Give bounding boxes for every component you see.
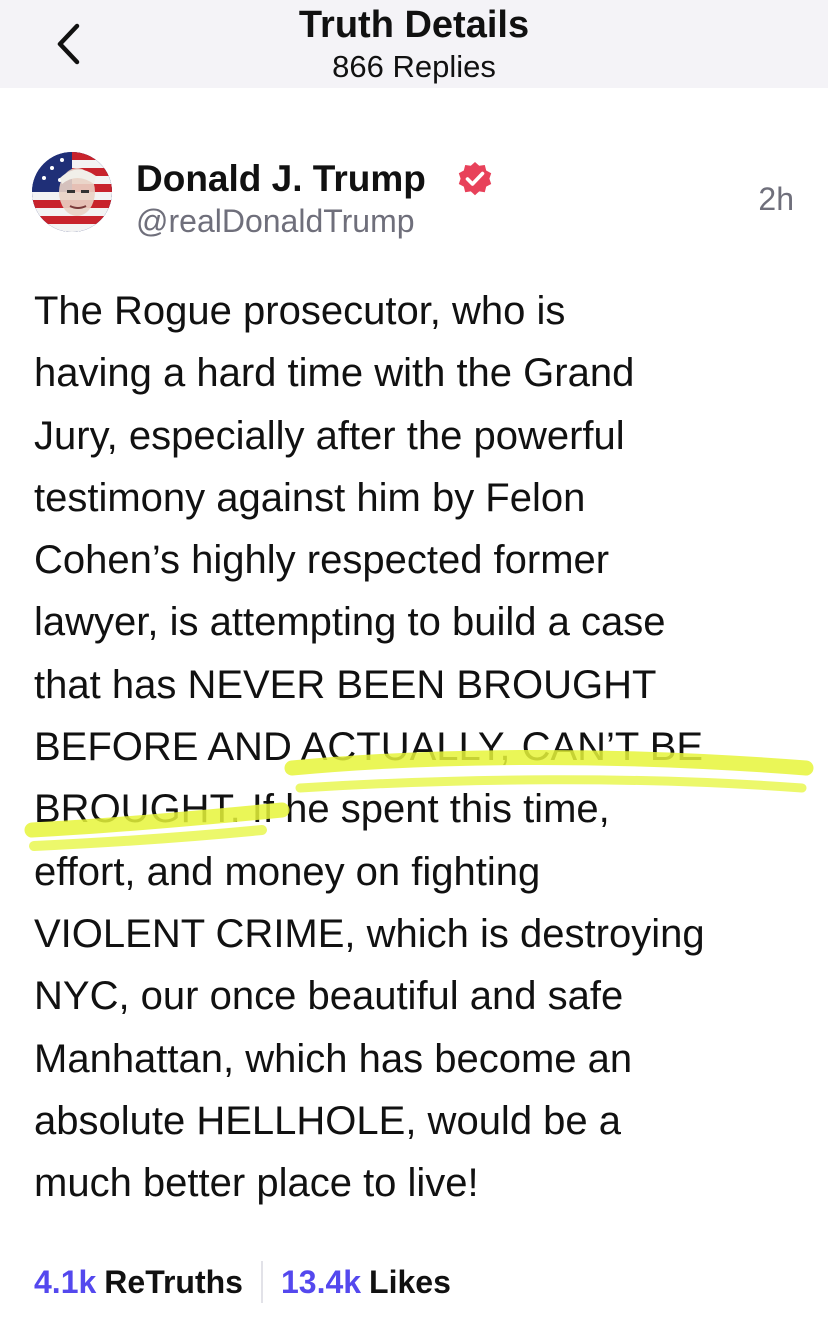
avatar-image: [32, 152, 112, 232]
likes-count: 13.4k: [280, 1263, 362, 1300]
author-name[interactable]: Donald J. Trump: [136, 158, 426, 200]
stats-divider: [260, 1261, 263, 1303]
verified-badge-icon: [458, 162, 492, 196]
likes-label: Likes: [369, 1263, 451, 1300]
likes-stat[interactable]: 13.4k Likes: [281, 1264, 451, 1301]
post-text-line: BEFORE AND ACTUALLY, CAN’T BE: [34, 725, 704, 770]
post-text-line: much better place to live!: [34, 1161, 479, 1206]
post-text-line: that has NEVER BEEN BROUGHT: [34, 662, 657, 707]
retruths-label: ReTruths: [104, 1263, 243, 1300]
post-stats: 4.1k ReTruths 13.4k Likes: [34, 1260, 451, 1304]
post: Donald J. Trump @realDonaldTrump 2h The …: [0, 88, 828, 1334]
post-text-line: Jury, especially after the powerful: [34, 413, 625, 458]
post-text: The Rogue prosecutor, who is having a ha…: [34, 280, 814, 1214]
page-title: Truth Details: [298, 4, 530, 46]
post-text-line: testimony against him by Felon: [34, 475, 586, 520]
post-timestamp: 2h: [758, 181, 794, 217]
post-text-line: Manhattan, which has become an: [34, 1036, 633, 1081]
retruths-count: 4.1k: [34, 1263, 97, 1300]
post-text-line: absolute HELLHOLE, would be a: [34, 1098, 622, 1143]
top-bar: Truth Details 866 Replies: [0, 0, 828, 88]
replies-count[interactable]: 866 Replies: [0, 49, 828, 85]
post-text-line: BROUGHT. If he spent this time,: [34, 787, 610, 832]
post-text-line: having a hard time with the Grand: [34, 351, 635, 396]
post-text-line: VIOLENT CRIME, which is destroying: [34, 911, 705, 956]
post-text-line: Cohen’s highly respected former: [34, 538, 610, 583]
post-text-line: NYC, our once beautiful and safe: [34, 974, 624, 1019]
avatar[interactable]: [32, 152, 112, 232]
post-text-line: lawyer, is attempting to build a case: [34, 600, 666, 645]
retruths-stat[interactable]: 4.1k ReTruths: [34, 1264, 243, 1301]
post-text-line: effort, and money on fighting: [34, 849, 541, 894]
author-handle[interactable]: @realDonaldTrump: [136, 202, 415, 240]
post-text-line: The Rogue prosecutor, who is: [34, 289, 566, 333]
